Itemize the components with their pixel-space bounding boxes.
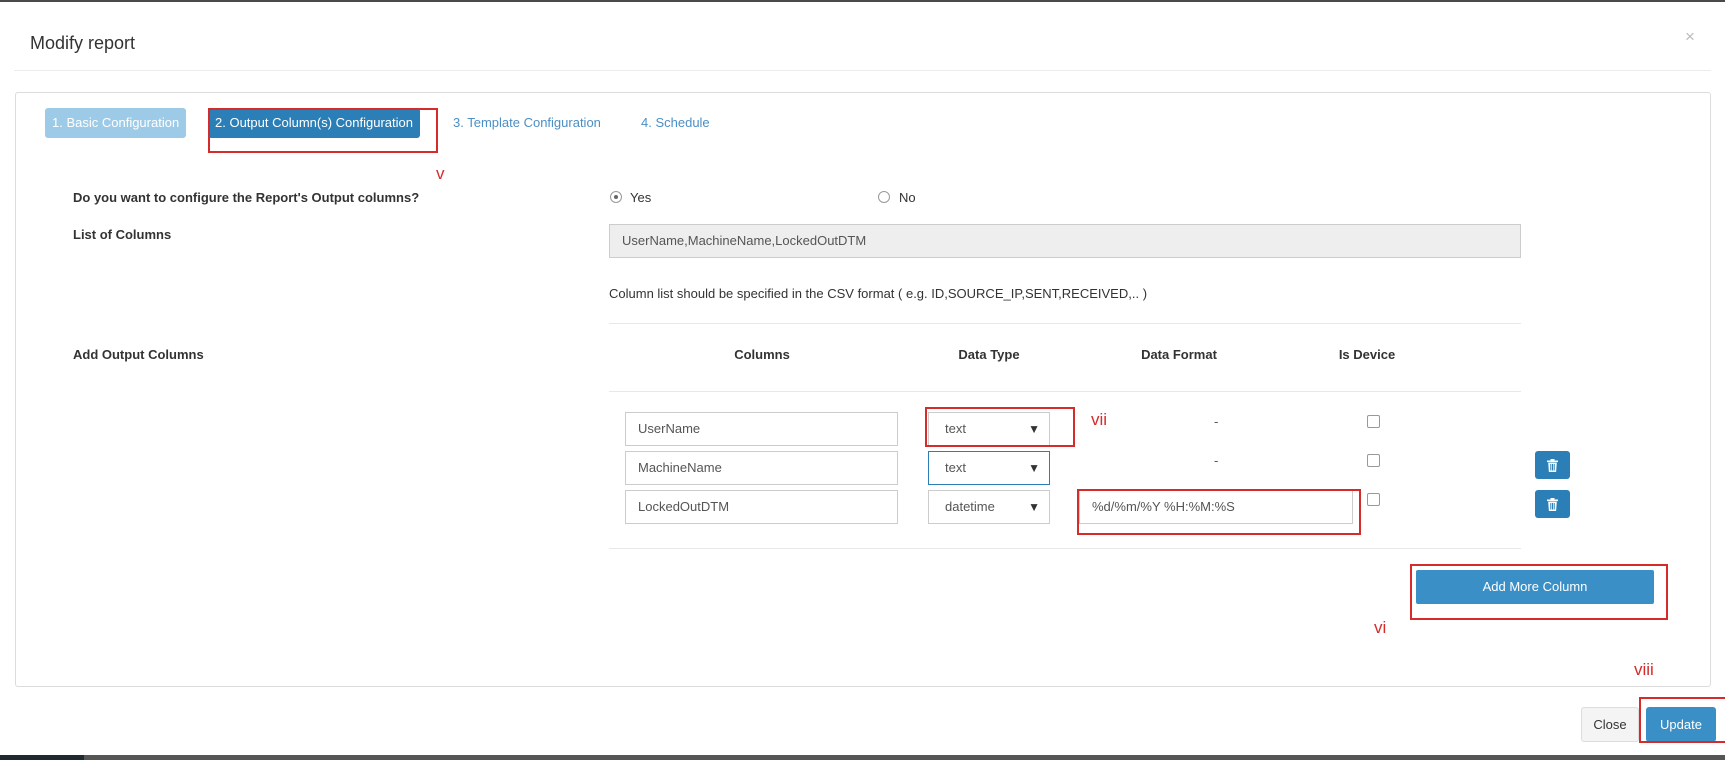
annotation-box-vi [1410, 564, 1668, 620]
bottom-bar [0, 755, 1725, 760]
close-button[interactable]: Close [1581, 707, 1639, 742]
data-format-empty: - [1214, 453, 1219, 468]
column-name-input[interactable]: MachineName [625, 451, 898, 485]
is-device-checkbox[interactable] [1367, 493, 1380, 506]
annotation-label-v: v [436, 164, 445, 183]
close-icon[interactable]: × [1685, 27, 1695, 47]
is-device-checkbox[interactable] [1367, 454, 1380, 467]
top-border [0, 0, 1725, 2]
annotation-box-format [1077, 489, 1361, 535]
step-template-configuration[interactable]: 3. Template Configuration [446, 108, 608, 138]
header-data-type: Data Type [958, 347, 1020, 362]
trash-icon [1547, 458, 1558, 472]
configure-question-label: Do you want to configure the Report's Ou… [73, 190, 420, 205]
radio-yes[interactable] [610, 191, 622, 203]
data-type-value: text [945, 460, 966, 475]
header-divider [14, 70, 1711, 71]
add-output-columns-label: Add Output Columns [73, 347, 204, 362]
list-of-columns-label: List of Columns [73, 227, 172, 242]
divider [609, 548, 1521, 549]
annotation-box-vii [925, 407, 1075, 447]
annotation-label-vii: vii [1091, 410, 1108, 429]
chevron-down-icon: ▼ [1028, 500, 1040, 514]
step-basic-configuration[interactable]: 1. Basic Configuration [45, 108, 187, 138]
divider [609, 323, 1521, 324]
data-type-select[interactable]: text ▼ [928, 451, 1050, 485]
data-type-value: datetime [945, 499, 995, 514]
header-data-format: Data Format [1141, 347, 1217, 362]
radio-no-label: No [899, 190, 916, 205]
divider [609, 391, 1521, 392]
annotation-label-viii: viii [1634, 660, 1654, 679]
header-is-device: Is Device [1338, 347, 1396, 362]
header-columns: Columns [734, 347, 790, 362]
column-name-input[interactable]: UserName [625, 412, 898, 446]
chevron-down-icon: ▼ [1028, 461, 1040, 475]
annotation-box-v [208, 108, 438, 153]
delete-row-button[interactable] [1535, 490, 1570, 518]
radio-no[interactable] [878, 191, 890, 203]
trash-icon [1547, 497, 1558, 511]
bottom-bar-segment [0, 755, 84, 760]
radio-yes-label: Yes [630, 190, 652, 205]
column-name-input[interactable]: LockedOutDTM [625, 490, 898, 524]
data-format-empty: - [1214, 414, 1219, 429]
data-type-select[interactable]: datetime ▼ [928, 490, 1050, 524]
step-schedule[interactable]: 4. Schedule [634, 108, 717, 138]
delete-row-button[interactable] [1535, 451, 1570, 479]
csv-format-hint: Column list should be specified in the C… [609, 286, 1148, 301]
is-device-checkbox[interactable] [1367, 415, 1380, 428]
annotation-box-viii [1639, 697, 1725, 743]
annotation-label-vi: vi [1374, 618, 1387, 637]
modal-title: Modify report [30, 33, 136, 53]
list-of-columns-field[interactable]: UserName,MachineName,LockedOutDTM [609, 224, 1521, 258]
